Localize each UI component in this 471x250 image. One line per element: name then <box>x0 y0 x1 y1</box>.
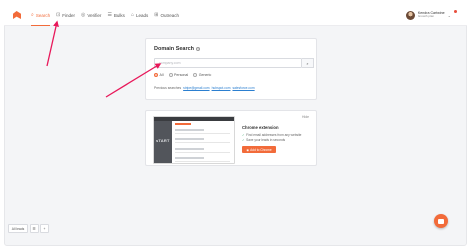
search-icon: ⌕ <box>306 60 309 66</box>
user-plan: Growth plan <box>417 14 435 19</box>
check-icon: ✓ <box>242 133 245 137</box>
extension-feature: ✓ Save your leads in seconds <box>242 138 285 142</box>
previous-search-link[interactable]: salesforce.com <box>232 86 254 90</box>
outreach-icon: ⊞ <box>154 11 159 18</box>
extension-feature: ✓ Find email addresses from any website <box>242 133 301 137</box>
filter-icon: ☰ <box>32 226 36 231</box>
search-icon: ⌕ <box>31 11 34 18</box>
leads-icon: ⌂ <box>130 11 134 18</box>
bottom-controls: All leads ☰ + <box>8 224 49 233</box>
domain-search-title: Domain Search ? <box>154 46 201 52</box>
search-submit-button[interactable]: ⌕ <box>302 58 314 68</box>
extension-feature-text: Find email addresses from any website <box>246 133 302 137</box>
add-to-chrome-label: Add to Chrome <box>250 147 272 152</box>
add-to-chrome-button[interactable]: ◉ Add to Chrome <box>242 146 276 153</box>
filter-label: Personal <box>174 73 189 77</box>
page-title: Domain Search <box>154 46 195 52</box>
filter-generic-radio[interactable]: Generic <box>193 73 211 77</box>
extension-feature-text: Save your leads in seconds <box>246 138 286 142</box>
main-nav: ⌕ Search ⊡ Finder ◎ Verifier ☰ Bulks ⌂ L… <box>28 4 182 26</box>
nav-item-label: Bulks <box>113 12 125 18</box>
extension-preview-image: sTART <box>153 116 235 164</box>
notification-dot-icon <box>454 10 457 13</box>
verifier-icon: ◎ <box>81 11 86 18</box>
app-logo-icon[interactable] <box>13 11 21 19</box>
previous-searches: Previous searches stripe@gmail.com hubsp… <box>154 86 255 90</box>
nav-item-label: Search <box>35 12 51 18</box>
user-menu[interactable]: Kendra Cartwine Growth plan ⌄ <box>405 8 451 22</box>
previous-searches-label: Previous searches <box>154 86 182 90</box>
filter-button[interactable]: ☰ <box>29 224 39 233</box>
check-icon: ✓ <box>242 138 245 142</box>
extension-title: Chrome extension <box>242 125 279 130</box>
bulks-icon: ☰ <box>107 11 112 18</box>
previous-search-link[interactable]: hubspot.com <box>212 86 231 90</box>
radio-selected-icon <box>154 73 158 77</box>
leads-list-select[interactable]: All leads <box>8 224 28 233</box>
nav-item-label: Outreach <box>160 12 179 18</box>
chat-support-button[interactable] <box>434 214 448 228</box>
user-info: Kendra Cartwine Growth plan <box>417 11 445 19</box>
chrome-extension-card: sTART Hide Chrome extension ✓ Find email… <box>145 110 317 166</box>
radio-icon <box>168 73 173 77</box>
radio-icon <box>193 73 198 77</box>
nav-item-finder[interactable]: ⊡ Finder <box>53 4 78 26</box>
filter-label: All <box>159 73 164 77</box>
nav-item-search[interactable]: ⌕ Search <box>28 4 53 26</box>
chevron-down-icon: ⌄ <box>447 12 451 18</box>
add-button[interactable]: + <box>40 224 49 233</box>
nav-item-leads[interactable]: ⌂ Leads <box>128 4 151 26</box>
email-type-filter: All Personal Generic <box>154 73 211 77</box>
avatar <box>405 10 415 20</box>
nav-item-label: Leads <box>135 12 149 18</box>
filter-all-radio[interactable]: All <box>154 73 164 77</box>
nav-item-outreach[interactable]: ⊞ Outreach <box>151 4 182 26</box>
domain-search-card: Domain Search ? ⌕ All Personal Generic P… <box>145 38 317 100</box>
previous-search-link[interactable]: stripe@gmail.com <box>183 86 209 90</box>
nav-item-label: Verifier <box>87 12 102 18</box>
leads-list-label: All leads <box>11 226 25 231</box>
top-navigation-bar: ⌕ Search ⊡ Finder ◎ Verifier ☰ Bulks ⌂ L… <box>4 4 467 26</box>
nav-item-bulks[interactable]: ☰ Bulks <box>104 4 128 26</box>
nav-item-label: Finder <box>62 12 76 18</box>
help-icon[interactable]: ? <box>196 47 201 51</box>
chat-icon <box>438 218 444 224</box>
hide-extension-button[interactable]: Hide <box>302 115 309 119</box>
domain-search-input[interactable] <box>154 58 302 68</box>
filter-label: Generic <box>198 73 212 77</box>
nav-item-verifier[interactable]: ◎ Verifier <box>78 4 104 26</box>
chrome-icon: ◉ <box>246 147 250 152</box>
finder-icon: ⊡ <box>56 11 61 18</box>
filter-personal-radio[interactable]: Personal <box>168 73 189 77</box>
plus-icon: + <box>43 226 46 231</box>
